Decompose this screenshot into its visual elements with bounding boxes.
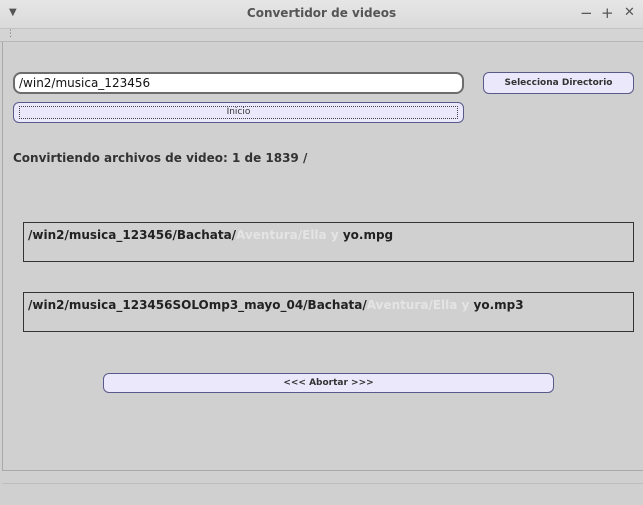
abort-button[interactable]: <<< Abortar >>> xyxy=(103,373,554,393)
select-directory-button[interactable]: Selecciona Directorio xyxy=(483,72,634,94)
close-button[interactable]: ✕ xyxy=(624,4,635,22)
source-path-prefix: /win2/musica_123456/Bachata/ xyxy=(28,228,237,242)
target-file-path: /win2/musica_123456SOLOmp3_mayo_04/Bacha… xyxy=(28,298,524,312)
grip-icon[interactable]: ⋮ xyxy=(6,28,15,40)
source-path-faded: Aventura/Ella y xyxy=(236,228,339,242)
title-bar: ▼ Convertidor de videos − + ✕ xyxy=(0,0,643,29)
directory-path-input[interactable] xyxy=(13,72,464,94)
maximize-button[interactable]: + xyxy=(601,4,614,22)
target-path-prefix: /win2/musica_123456SOLOmp3_mayo_04/Bacha… xyxy=(28,298,367,312)
source-path-suffix: yo.mpg xyxy=(338,228,394,242)
window-title: Convertidor de videos xyxy=(246,6,397,20)
toolbar-handle-bar: ⋮ xyxy=(0,29,643,42)
target-path-faded: Aventura/Ella y xyxy=(366,298,470,312)
frame-divider xyxy=(2,42,3,470)
status-bar xyxy=(2,483,643,484)
minimize-button[interactable]: − xyxy=(580,4,593,22)
target-path-suffix: yo.mp3 xyxy=(469,298,524,312)
start-button[interactable]: Inicio xyxy=(13,102,464,123)
source-file-path: /win2/musica_123456/Bachata/Aventura/Ell… xyxy=(28,228,393,242)
source-file-box: /win2/musica_123456/Bachata/Aventura/Ell… xyxy=(23,222,634,262)
progress-status: Convirtiendo archivos de video: 1 de 183… xyxy=(13,151,308,165)
start-button-label: Inicio xyxy=(226,107,251,117)
frame-divider xyxy=(2,470,643,471)
target-file-box: /win2/musica_123456SOLOmp3_mayo_04/Bacha… xyxy=(23,292,634,332)
